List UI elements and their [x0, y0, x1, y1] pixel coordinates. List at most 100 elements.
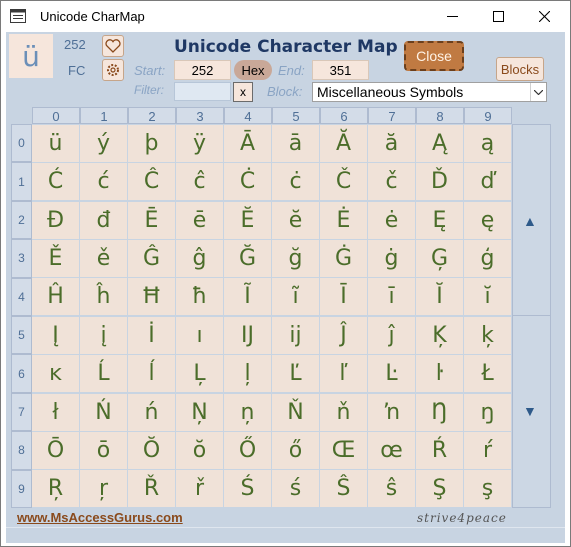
char-cell[interactable]: Ğ [224, 239, 271, 277]
char-cell[interactable]: ě [80, 239, 127, 277]
char-cell[interactable]: Ŝ [320, 470, 367, 508]
char-cell[interactable]: Ć [32, 163, 79, 201]
char-cell[interactable]: ļ [224, 355, 271, 393]
filter-input[interactable] [174, 82, 231, 101]
char-cell[interactable]: Ē [128, 201, 175, 239]
char-cell[interactable]: Ō [32, 431, 79, 469]
char-cell[interactable]: ĥ [80, 278, 127, 316]
char-cell[interactable]: ü [32, 124, 79, 162]
blocks-button[interactable]: Blocks [496, 57, 544, 81]
clear-filter-button[interactable]: x [233, 82, 253, 102]
char-cell[interactable]: Ě [32, 239, 79, 277]
char-cell[interactable]: Ĕ [224, 201, 271, 239]
start-input[interactable]: 252 [174, 60, 231, 80]
char-cell[interactable]: Ń [80, 393, 127, 431]
char-cell[interactable]: ŕ [464, 431, 511, 469]
char-cell[interactable]: Đ [32, 201, 79, 239]
char-cell[interactable]: Ă [320, 124, 367, 162]
website-link[interactable]: www.MsAccessGurus.com [17, 510, 183, 525]
char-cell[interactable]: ī [368, 278, 415, 316]
char-cell[interactable]: ħ [176, 278, 223, 316]
char-cell[interactable]: ń [128, 393, 175, 431]
char-cell[interactable]: Ħ [128, 278, 175, 316]
char-cell[interactable]: ŏ [176, 431, 223, 469]
char-cell[interactable]: Ľ [272, 355, 319, 393]
char-cell[interactable]: œ [368, 431, 415, 469]
char-cell[interactable]: ĭ [464, 278, 511, 316]
maximize-button[interactable] [475, 1, 521, 32]
char-cell[interactable]: į [80, 316, 127, 354]
char-cell[interactable]: ŉ [368, 393, 415, 431]
favorite-button[interactable] [102, 35, 124, 57]
char-cell[interactable]: ŗ [80, 470, 127, 508]
char-cell[interactable]: Ŀ [368, 355, 415, 393]
close-button[interactable]: Close [404, 41, 464, 71]
char-cell[interactable]: İ [128, 316, 175, 354]
char-cell[interactable]: Ĭ [416, 278, 463, 316]
char-cell[interactable]: Ģ [416, 239, 463, 277]
char-cell[interactable]: Ĥ [32, 278, 79, 316]
char-cell[interactable]: ĳ [272, 316, 319, 354]
char-cell[interactable]: ņ [224, 393, 271, 431]
chevron-down-icon[interactable] [530, 83, 546, 101]
char-cell[interactable]: ĉ [176, 163, 223, 201]
char-cell[interactable]: ō [80, 431, 127, 469]
char-cell[interactable]: Ś [224, 470, 271, 508]
char-cell[interactable]: ķ [464, 316, 511, 354]
char-cell[interactable]: ĸ [32, 355, 79, 393]
char-cell[interactable]: Ņ [176, 393, 223, 431]
char-cell[interactable]: ę [464, 201, 511, 239]
char-cell[interactable]: Ġ [320, 239, 367, 277]
char-cell[interactable]: ď [464, 163, 511, 201]
char-cell[interactable]: ğ [272, 239, 319, 277]
char-cell[interactable]: Ċ [224, 163, 271, 201]
scroll-up-button[interactable]: ▲ [523, 213, 537, 229]
char-cell[interactable]: ĝ [176, 239, 223, 277]
char-cell[interactable]: ė [368, 201, 415, 239]
char-cell[interactable]: Ę [416, 201, 463, 239]
char-cell[interactable]: ŋ [464, 393, 511, 431]
char-cell[interactable]: Ĝ [128, 239, 175, 277]
char-cell[interactable]: Ň [272, 393, 319, 431]
hex-toggle-button[interactable]: Hex [234, 60, 272, 80]
char-cell[interactable]: ā [272, 124, 319, 162]
char-cell[interactable]: Ş [416, 470, 463, 508]
char-cell[interactable]: ŝ [368, 470, 415, 508]
char-cell[interactable]: Ő [224, 431, 271, 469]
char-cell[interactable]: ś [272, 470, 319, 508]
char-cell[interactable]: Ĵ [320, 316, 367, 354]
char-cell[interactable]: ř [176, 470, 223, 508]
settings-button[interactable] [102, 59, 124, 81]
char-cell[interactable]: Ā [224, 124, 271, 162]
char-cell[interactable]: Ŏ [128, 431, 175, 469]
char-cell[interactable]: ł [32, 393, 79, 431]
char-cell[interactable]: Ł [464, 355, 511, 393]
char-cell[interactable]: ĕ [272, 201, 319, 239]
char-cell[interactable]: ő [272, 431, 319, 469]
char-cell[interactable]: ċ [272, 163, 319, 201]
scroll-down-button[interactable]: ▼ [523, 403, 537, 419]
char-cell[interactable]: ý [80, 124, 127, 162]
char-cell[interactable]: ĵ [368, 316, 415, 354]
char-cell[interactable]: ŀ [416, 355, 463, 393]
char-cell[interactable]: ă [368, 124, 415, 162]
char-cell[interactable]: ć [80, 163, 127, 201]
char-cell[interactable]: ň [320, 393, 367, 431]
char-cell[interactable]: Ř [128, 470, 175, 508]
char-cell[interactable]: Ď [416, 163, 463, 201]
close-window-button[interactable] [521, 1, 567, 32]
char-cell[interactable]: ÿ [176, 124, 223, 162]
char-cell[interactable]: Ĩ [224, 278, 271, 316]
char-cell[interactable]: Ą [416, 124, 463, 162]
char-cell[interactable]: Ĺ [80, 355, 127, 393]
char-cell[interactable]: Œ [320, 431, 367, 469]
char-cell[interactable]: Ė [320, 201, 367, 239]
char-cell[interactable]: ı [176, 316, 223, 354]
char-cell[interactable]: ġ [368, 239, 415, 277]
title-bar[interactable]: Unicode CharMap [1, 1, 570, 32]
char-cell[interactable]: č [368, 163, 415, 201]
char-cell[interactable]: Ī [320, 278, 367, 316]
char-cell[interactable]: Į [32, 316, 79, 354]
char-cell[interactable]: Ŋ [416, 393, 463, 431]
char-cell[interactable]: ĺ [128, 355, 175, 393]
